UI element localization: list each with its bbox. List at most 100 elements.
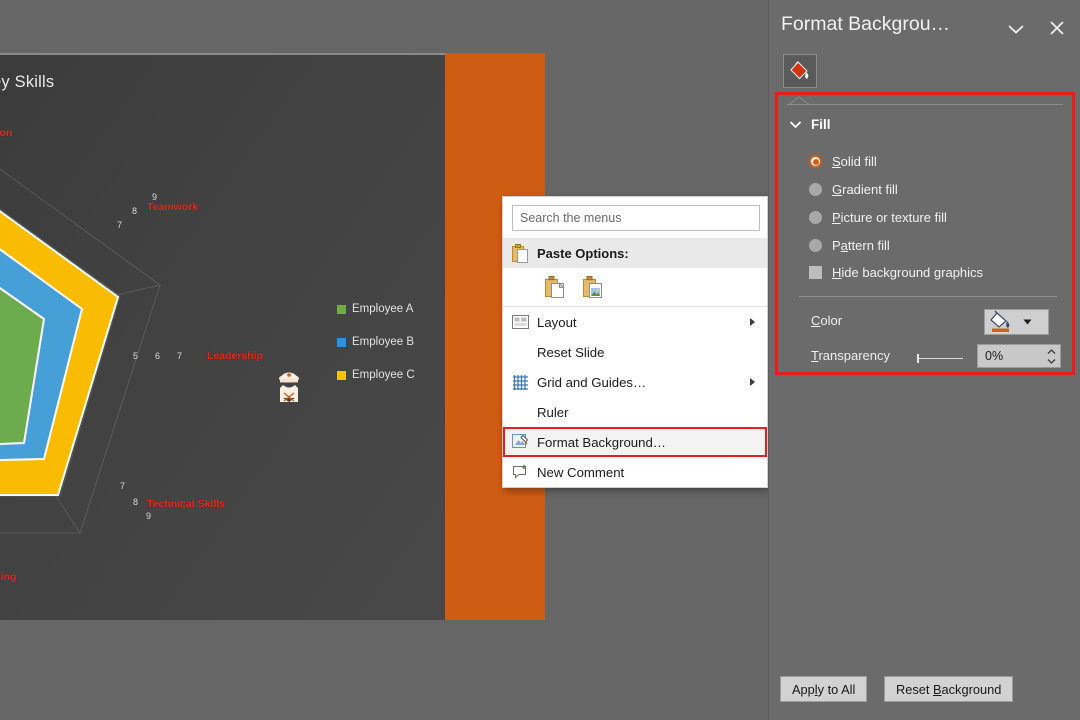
layout-icon-wrap [503, 307, 537, 337]
paste-options-icons[interactable] [503, 268, 767, 306]
chevron-down-icon[interactable] [1047, 358, 1056, 364]
grid-icon [512, 374, 528, 390]
axis-label-leadership: Leadership [207, 350, 264, 362]
slider-handle[interactable] [917, 354, 919, 363]
pane-title: Format Backgrou… [781, 13, 951, 35]
color-picker-button[interactable] [984, 309, 1049, 335]
radio-indicator-icon [809, 239, 822, 252]
tick-leadership-6: 6 [155, 351, 161, 361]
button-label: Apply to All [792, 681, 856, 697]
radio-indicator-icon [809, 183, 822, 196]
pane-menu-caret[interactable] [1005, 18, 1027, 40]
search-menus-input[interactable] [512, 205, 760, 231]
legend-swatch-icon [337, 304, 346, 314]
clipboard-icon [511, 243, 528, 263]
radio-picture-or-texture-fill[interactable]: Picture or texture fill [809, 210, 947, 225]
new-comment-icon-wrap [503, 457, 537, 487]
submenu-arrow-icon [750, 378, 755, 386]
radio-gradient-fill[interactable]: Gradient fill [809, 182, 898, 197]
axis-label-problem-solving: …Solving [0, 571, 17, 583]
chevron-down-icon [1008, 25, 1024, 34]
chevron-down-icon [1023, 319, 1032, 325]
transparency-label: Transparency [811, 348, 891, 363]
menu-item-ruler[interactable]: Ruler [503, 397, 767, 427]
radio-indicator-icon [809, 155, 822, 168]
transparency-value[interactable]: 0% [978, 349, 1042, 363]
checkbox-hide-background-graphics[interactable]: Hide background graphics [809, 265, 983, 280]
legend-item-employee-a: Employee A [337, 303, 415, 315]
tick-teamwork-8: 8 [132, 206, 138, 216]
tick-teamwork-7: 7 [117, 220, 123, 230]
chart-legend: Employee A Employee B Employee C [337, 303, 415, 381]
format-background-pane[interactable]: Format Backgrou… Fill Solid fill Gradien [768, 0, 1080, 720]
checkbox-indicator-icon [809, 266, 822, 279]
chevron-down-icon [789, 121, 802, 129]
officer-avatar-icon [279, 372, 299, 402]
radio-solid-fill[interactable]: Solid fill [809, 154, 877, 169]
transparency-spinner[interactable]: 0% [977, 344, 1061, 368]
selected-color-bar [992, 328, 1009, 332]
color-label: Color [811, 313, 843, 328]
tick-leadership-5: 5 [133, 351, 139, 361]
pane-section-divider [787, 104, 1063, 105]
layout-icon [511, 315, 529, 329]
menu-item-label: Format Background… [537, 434, 666, 450]
legend-swatch-icon [337, 337, 346, 347]
menu-item-reset-slide[interactable]: Reset Slide [503, 337, 767, 367]
fill-color-icon [985, 310, 1021, 334]
close-icon [1050, 21, 1064, 35]
reset-background-button[interactable]: Reset Background [884, 676, 1014, 702]
paste-picture-icon[interactable] [583, 276, 603, 298]
legend-swatch-icon [337, 370, 346, 380]
fill-section-label: Fill [811, 117, 831, 132]
apply-to-all-button[interactable]: Apply to All [780, 676, 868, 702]
checkbox-label: Hide background graphics [832, 265, 984, 280]
slide[interactable]: …omparison Across Key Skills …ication Te… [0, 53, 545, 620]
chart-title: …omparison Across Key Skills [0, 73, 55, 91]
radar-chart-graphic[interactable] [0, 113, 380, 620]
paste-keep-formatting-icon[interactable] [545, 276, 565, 298]
spinner-arrows[interactable] [1042, 345, 1060, 367]
legend-item-employee-b: Employee B [337, 336, 415, 348]
menu-item-grid-and-guides[interactable]: Grid and Guides… [503, 367, 767, 397]
radio-label: Pattern fill [832, 238, 890, 253]
grid-icon-wrap [503, 367, 537, 397]
menu-item-label: Grid and Guides… [537, 374, 647, 390]
context-menu[interactable]: Paste Options: Layout [502, 196, 768, 488]
tick-teamwork-9: 9 [152, 192, 158, 202]
radio-indicator-icon [809, 211, 822, 224]
legend-label: Employee A [352, 303, 414, 315]
fill-bucket-icon [790, 61, 809, 80]
transparency-row: Transparency 0% [769, 344, 1080, 368]
axis-label-communication: …ication [0, 127, 13, 139]
slider-track [919, 358, 963, 359]
pane-tab-notch [789, 96, 810, 105]
tick-technical-7: 7 [120, 481, 126, 491]
legend-item-employee-c: Employee C [337, 369, 415, 381]
paste-options-header: Paste Options: [503, 238, 767, 268]
menu-item-label: Reset Slide [537, 344, 605, 360]
button-label: Reset Background [896, 681, 1002, 697]
menu-item-format-background[interactable]: Format Background… [503, 427, 767, 457]
transparency-slider[interactable] [915, 354, 963, 363]
radio-label: Picture or texture fill [832, 210, 947, 225]
tick-technical-9: 9 [146, 511, 152, 521]
radio-label: Solid fill [832, 154, 877, 169]
format-background-icon [511, 433, 528, 448]
menu-icon-placeholder [503, 397, 537, 427]
color-row: Color [769, 309, 1080, 335]
paint-bucket-icon [990, 310, 1010, 332]
radio-pattern-fill[interactable]: Pattern fill [809, 238, 890, 253]
menu-item-new-comment[interactable]: New Comment [503, 457, 767, 487]
chevron-up-icon[interactable] [1047, 348, 1056, 355]
paste-options-label: Paste Options: [537, 245, 629, 261]
legend-label: Employee B [352, 336, 415, 348]
tab-fill[interactable] [783, 54, 817, 88]
fill-section-header[interactable]: Fill [789, 117, 831, 132]
pane-close-button[interactable] [1045, 16, 1069, 40]
menu-search-row[interactable] [503, 197, 767, 238]
tick-technical-8: 8 [133, 497, 139, 507]
menu-item-label: Ruler [537, 404, 569, 420]
pane-divider-2 [799, 296, 1057, 297]
menu-item-layout[interactable]: Layout [503, 307, 767, 337]
